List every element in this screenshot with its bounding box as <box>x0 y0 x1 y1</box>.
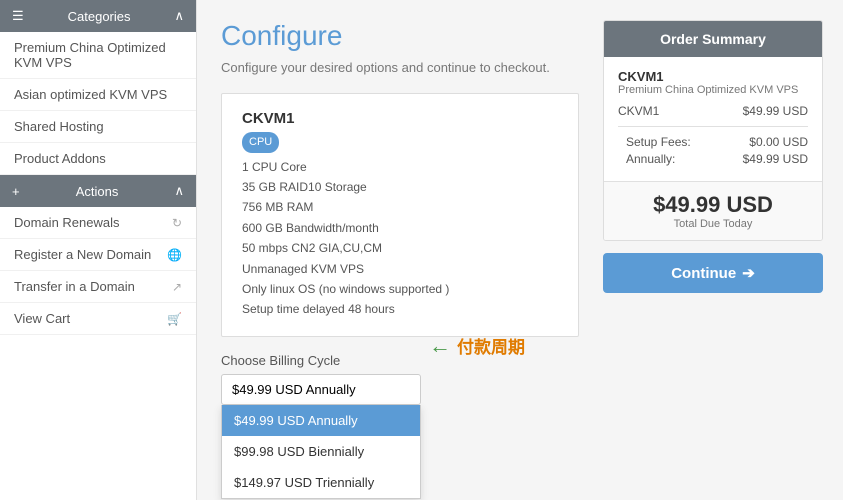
order-line-1-value: $49.99 USD <box>743 104 808 118</box>
sidebar-item-asian-kvm[interactable]: Asian optimized KVM VPS <box>0 79 196 111</box>
billing-select-wrapper: $49.99 USD Annually $99.98 USD Bienniall… <box>221 374 579 405</box>
order-divider <box>618 126 808 127</box>
annotation-text: 付款周期 <box>457 333 525 358</box>
order-line-2-value: $0.00 USD <box>749 135 808 149</box>
billing-dropdown-item-2[interactable]: $99.98 USD Biennially <box>222 436 420 467</box>
spec-cpu: 1 CPU Core <box>242 160 307 174</box>
order-summary-body: CKVM1 Premium China Optimized KVM VPS CK… <box>604 57 822 181</box>
spec-type: Unmanaged KVM VPS <box>242 262 364 276</box>
billing-select[interactable]: $49.99 USD Annually $99.98 USD Bienniall… <box>221 374 421 405</box>
globe-icon: 🌐 <box>167 248 182 262</box>
sidebar: ☰ Categories ∧ Premium China Optimized K… <box>0 0 197 500</box>
spec-speed: 50 mbps CN2 GIA,CU,CM <box>242 241 382 255</box>
right-panel: Order Summary CKVM1 Premium China Optimi… <box>603 0 843 500</box>
billing-section: Choose Billing Cycle $49.99 USD Annually… <box>221 353 579 405</box>
sidebar-item-domain-renewals[interactable]: Domain Renewals ↻ <box>0 207 196 239</box>
product-info-box: CKVM1 CPU 1 CPU Core 35 GB RAID10 Storag… <box>221 93 579 337</box>
categories-label: Categories <box>68 9 131 24</box>
content-area: Configure Configure your desired options… <box>197 0 843 500</box>
order-summary-card: Order Summary CKVM1 Premium China Optimi… <box>603 20 823 241</box>
cart-icon: 🛒 <box>167 312 182 326</box>
product-specs: CPU 1 CPU Core 35 GB RAID10 Storage 756 … <box>242 131 558 320</box>
order-product-name: CKVM1 <box>618 69 808 84</box>
order-line-3-label: Annually: <box>626 152 675 166</box>
transfer-icon: ↗ <box>172 280 182 294</box>
sidebar-item-view-cart[interactable]: View Cart 🛒 <box>0 303 196 335</box>
green-arrow-icon: ← <box>429 333 451 359</box>
chevron-up-icon: ∧ <box>174 8 184 24</box>
arrow-right-icon: ➔ <box>742 264 755 282</box>
spec-bandwidth: 600 GB Bandwidth/month <box>242 221 379 235</box>
order-line-2-label: Setup Fees: <box>626 135 691 149</box>
cpu-badge: CPU <box>242 132 279 153</box>
categories-icon: ☰ <box>12 8 24 24</box>
actions-header[interactable]: + Actions ∧ <box>0 175 196 207</box>
order-line-1: CKVM1 $49.99 USD <box>618 104 808 118</box>
order-total-amount: $49.99 USD <box>618 192 808 218</box>
sidebar-item-register-domain[interactable]: Register a New Domain 🌐 <box>0 239 196 271</box>
billing-label: Choose Billing Cycle <box>221 353 579 368</box>
sidebar-item-product-addons[interactable]: Product Addons <box>0 143 196 175</box>
sidebar-item-transfer-domain[interactable]: Transfer in a Domain ↗ <box>0 271 196 303</box>
chevron-up-icon-actions: ∧ <box>174 183 184 199</box>
categories-header[interactable]: ☰ Categories ∧ <box>0 0 196 32</box>
billing-dropdown: $49.99 USD Annually $99.98 USD Bienniall… <box>221 405 421 499</box>
spec-storage: 35 GB RAID10 Storage <box>242 180 367 194</box>
plus-icon: + <box>12 184 20 199</box>
annotation-container: ← 付款周期 <box>429 333 525 359</box>
continue-label: Continue <box>671 265 736 282</box>
order-summary-header: Order Summary <box>604 21 822 57</box>
order-total-label: Total Due Today <box>618 218 808 230</box>
order-total: $49.99 USD Total Due Today <box>604 181 822 240</box>
page-subtitle: Configure your desired options and conti… <box>221 60 579 75</box>
sidebar-item-premium-kvm[interactable]: Premium China Optimized KVM VPS <box>0 32 196 79</box>
billing-dropdown-item-1[interactable]: $49.99 USD Annually <box>222 405 420 436</box>
renew-icon: ↻ <box>172 216 182 230</box>
page-title: Configure <box>221 20 579 52</box>
order-line-1-label: CKVM1 <box>618 104 659 118</box>
billing-dropdown-item-3[interactable]: $149.97 USD Triennially <box>222 467 420 498</box>
order-line-3: Annually: $49.99 USD <box>618 152 808 166</box>
order-line-2: Setup Fees: $0.00 USD <box>618 135 808 149</box>
order-line-3-value: $49.99 USD <box>743 152 808 166</box>
order-product-type: Premium China Optimized KVM VPS <box>618 84 808 96</box>
product-name: CKVM1 <box>242 110 558 127</box>
spec-os: Only linux OS (no windows supported ) <box>242 282 449 296</box>
continue-button[interactable]: Continue ➔ <box>603 253 823 293</box>
actions-label: Actions <box>76 184 119 199</box>
spec-setup: Setup time delayed 48 hours <box>242 302 395 316</box>
spec-ram: 756 MB RAM <box>242 200 313 214</box>
sidebar-item-shared-hosting[interactable]: Shared Hosting <box>0 111 196 143</box>
middle-column: Configure Configure your desired options… <box>197 0 603 500</box>
